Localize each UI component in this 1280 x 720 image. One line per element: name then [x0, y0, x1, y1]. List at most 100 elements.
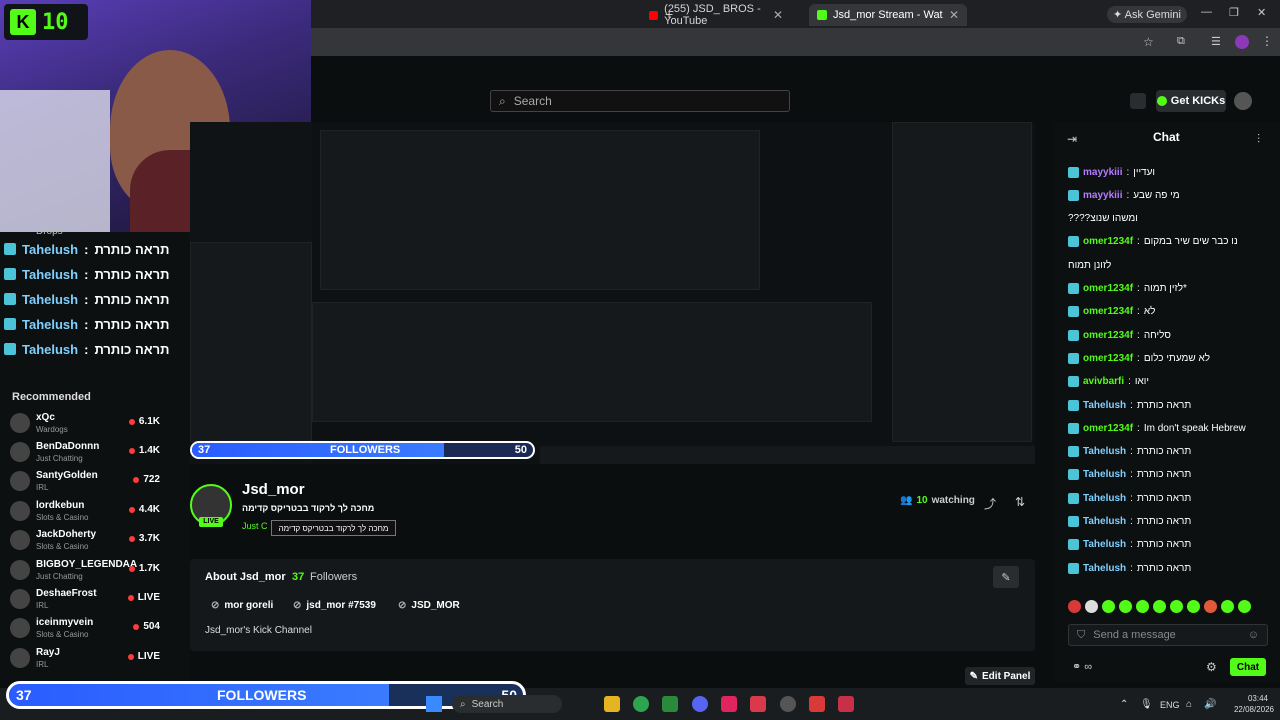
user-avatar[interactable] — [1234, 92, 1252, 110]
windows-start-icon[interactable] — [426, 696, 442, 712]
chat-username[interactable]: Tahelush — [1083, 400, 1126, 411]
recommended-item[interactable]: xQc Wardogs 6.1K — [10, 410, 160, 438]
minecraft-icon[interactable] — [662, 696, 678, 712]
shield-icon: ⛉ — [1077, 628, 1086, 641]
chat-username[interactable]: omer1234f — [1083, 236, 1133, 247]
ask-gemini-button[interactable]: ✦ Ask Gemini — [1107, 6, 1187, 23]
chat-username[interactable]: omer1234f — [1083, 353, 1133, 364]
chat-message: Tahelush: תראה כותרת — [1068, 443, 1191, 461]
recommended-item[interactable]: SantyGolden IRL 722 — [10, 468, 160, 496]
chat-username[interactable]: Tahelush — [1083, 516, 1126, 527]
chrome-icon[interactable] — [633, 696, 649, 712]
recommended-item[interactable]: RayJ IRL LIVE — [10, 645, 160, 673]
language-indicator[interactable]: ENG — [1160, 700, 1180, 710]
clock-date[interactable]: 22/08/2026 — [1234, 705, 1274, 714]
emote-icon[interactable] — [1153, 600, 1166, 613]
viewer-value: 4.4K — [138, 504, 160, 515]
emote-icon[interactable] — [1170, 600, 1183, 613]
emote-icon[interactable] — [1221, 600, 1234, 613]
tiktok-icon[interactable] — [721, 696, 737, 712]
recommended-item[interactable]: lordkebun Slots & Casino 4.4K — [10, 498, 160, 526]
emote-icon[interactable] — [1187, 600, 1200, 613]
chat-username[interactable]: omer1234f — [1083, 330, 1133, 341]
file-explorer-icon[interactable] — [604, 696, 620, 712]
recommended-item[interactable]: iceinmyvein Slots & Casino 504 — [10, 615, 160, 643]
app-icon[interactable] — [838, 696, 854, 712]
chat-message-input[interactable]: ⛉ Send a message ☺ — [1068, 624, 1268, 646]
chat-username[interactable]: omer1234f — [1083, 306, 1133, 317]
chat-settings-icon[interactable]: ⚙ — [1206, 660, 1217, 674]
emote-icon[interactable] — [1085, 600, 1098, 613]
reading-list-icon[interactable]: ☰ — [1211, 35, 1221, 48]
tab-youtube[interactable]: (255) JSD_ BROS - YouTube ✕ — [641, 3, 791, 27]
chat-username[interactable]: avivbarfi — [1083, 376, 1124, 387]
recommended-item[interactable]: DeshaeFrost IRL LIVE — [10, 586, 160, 614]
new-tab-icon[interactable]: + — [665, 6, 673, 22]
emote-icon[interactable] — [1068, 600, 1081, 613]
star-icon[interactable]: ☆ — [1143, 35, 1154, 49]
social-link[interactable]: ⊘ jsd_mor #7539 — [293, 600, 376, 611]
chat-username[interactable]: mayykiii — [1083, 190, 1122, 201]
search-input[interactable]: ⌕ Search — [490, 90, 790, 112]
social-link[interactable]: ⊘ JSD_MOR — [398, 600, 460, 611]
stream-category[interactable]: Just C — [242, 521, 268, 531]
system-tray: ⌃ 🎙 ENG ⌂ 🔊 03:44 22/08/2026 — [1120, 690, 1280, 718]
emote-icon[interactable] — [1204, 600, 1217, 613]
tab-kick[interactable]: Jsd_mor Stream - Watch Live o ✕ — [809, 4, 967, 26]
follow-icon[interactable]: ⇅ — [1015, 495, 1025, 509]
menu-icon[interactable]: ⋮ — [1261, 34, 1273, 48]
close-window-icon[interactable]: ✕ — [1257, 6, 1266, 19]
social-link[interactable]: ⊘ mor goreli — [211, 600, 273, 611]
get-kicks-button[interactable]: Get KICKs — [1156, 90, 1226, 112]
chat-username[interactable]: mayykiii — [1083, 167, 1122, 178]
emote-icon[interactable] — [1238, 600, 1251, 613]
chat-username[interactable]: Tahelush — [1083, 446, 1126, 457]
settings-icon[interactable] — [780, 696, 796, 712]
share-icon[interactable]: ⤴ — [984, 495, 996, 512]
emote-icon[interactable] — [1119, 600, 1132, 613]
clock-time[interactable]: 03:44 — [1248, 694, 1268, 703]
minimize-icon[interactable]: — — [1201, 6, 1212, 18]
chat-send-button[interactable]: Chat — [1230, 658, 1266, 676]
close-icon[interactable]: ✕ — [773, 8, 783, 22]
badge-icon — [1068, 539, 1079, 551]
chat-username[interactable]: Tahelush — [1083, 469, 1126, 480]
separator: : — [1130, 446, 1133, 458]
overlay-chat-line: Tahelush: תראה כותרת — [4, 239, 169, 259]
discord-icon[interactable] — [692, 696, 708, 712]
chat-username[interactable]: Tahelush — [1083, 493, 1126, 504]
channel-name[interactable]: Jsd_mor — [242, 481, 305, 498]
volume-icon[interactable]: 🔊 — [1204, 699, 1216, 710]
chat-message: mayykiii: מי פה שבע — [1068, 186, 1180, 204]
chat-username[interactable]: Tahelush — [1083, 563, 1126, 574]
chevron-up-icon[interactable]: ⌃ — [1120, 699, 1128, 710]
kicks-icon[interactable]: ⚭ ∞ — [1072, 660, 1092, 673]
recommended-item[interactable]: BenDaDonnn Just Chatting 1.4K — [10, 439, 160, 467]
taskbar-search[interactable]: ⌕ Search — [452, 695, 562, 713]
chat-users-icon[interactable]: ⫶ — [1257, 132, 1260, 147]
edit-panel-button[interactable]: ✎ Edit Panel — [965, 667, 1035, 685]
close-icon[interactable]: ✕ — [949, 8, 959, 22]
chat-username[interactable]: Tahelush — [1083, 539, 1126, 550]
emote-icon[interactable] — [1136, 600, 1149, 613]
app-icon[interactable] — [750, 696, 766, 712]
profile-avatar[interactable] — [1235, 35, 1249, 49]
badge-icon — [4, 268, 16, 280]
maximize-icon[interactable]: ❐ — [1229, 6, 1239, 19]
edit-pencil-button[interactable]: ✎ — [993, 566, 1019, 588]
chat-text: לא שמעתי כלום — [1143, 352, 1211, 364]
chat-username[interactable]: omer1234f — [1083, 423, 1133, 434]
emote-icon[interactable] — [1102, 600, 1115, 613]
collapse-chat-icon[interactable]: ⇥ — [1067, 132, 1077, 146]
chat-username[interactable]: omer1234f — [1083, 283, 1133, 294]
app-icon[interactable] — [809, 696, 825, 712]
mic-icon[interactable]: 🎙 — [1140, 699, 1153, 710]
k-counter-value: 10 — [42, 9, 69, 35]
recommended-item[interactable]: BIGBOY_LEGENDAA Just Chatting 1.7K — [10, 557, 160, 585]
emoji-icon[interactable]: ☺ — [1248, 629, 1259, 641]
extensions-icon[interactable]: ⧉ — [1177, 35, 1185, 48]
network-icon[interactable]: ⌂ — [1186, 699, 1192, 710]
inbox-icon[interactable] — [1130, 93, 1146, 109]
recommended-item[interactable]: JackDoherty Slots & Casino 3.7K — [10, 527, 160, 555]
stream-video[interactable] — [190, 122, 1035, 464]
